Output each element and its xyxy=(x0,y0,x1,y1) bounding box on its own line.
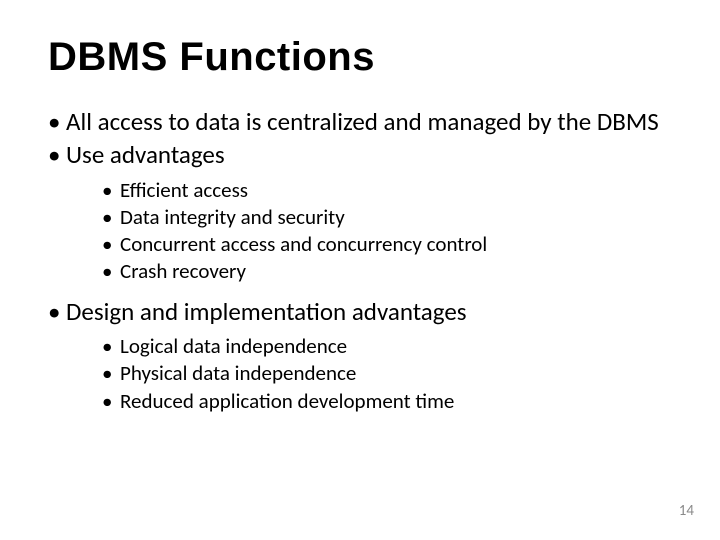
list-item-text: Use advantages xyxy=(66,139,225,170)
list-item: Design and implementation advantages Log… xyxy=(48,296,672,415)
list-item-text: Logical data independence xyxy=(120,333,347,359)
bullet-sublist: Logical data independence Physical data … xyxy=(66,333,672,415)
list-item-text: Crash recovery xyxy=(120,258,246,284)
list-item-text: Efficient access xyxy=(120,177,248,203)
list-item-text: Concurrent access and concurrency contro… xyxy=(120,231,487,257)
list-item-text: Reduced application development time xyxy=(120,388,454,414)
list-item: Logical data independence xyxy=(102,333,672,360)
bullet-sublist: Efficient access Data integrity and secu… xyxy=(66,177,672,286)
list-item-text: Data integrity and security xyxy=(120,204,345,230)
list-item: Concurrent access and concurrency contro… xyxy=(102,231,672,258)
slide: DBMS Functions All access to data is cen… xyxy=(0,0,720,540)
list-item: All access to data is centralized and ma… xyxy=(48,106,672,137)
list-item: Efficient access xyxy=(102,177,672,204)
list-item: Use advantages Efficient access Data int… xyxy=(48,139,672,285)
list-item-text: All access to data is centralized and ma… xyxy=(66,106,659,137)
list-item-text: Physical data independence xyxy=(120,360,356,386)
page-number: 14 xyxy=(679,502,694,520)
bullet-list: All access to data is centralized and ma… xyxy=(48,106,672,415)
list-item: Physical data independence xyxy=(102,360,672,387)
list-item: Reduced application development time xyxy=(102,388,672,415)
list-item-text: Design and implementation advantages xyxy=(66,296,467,327)
list-item: Crash recovery xyxy=(102,258,672,285)
slide-title: DBMS Functions xyxy=(48,36,672,78)
list-item: Data integrity and security xyxy=(102,204,672,231)
